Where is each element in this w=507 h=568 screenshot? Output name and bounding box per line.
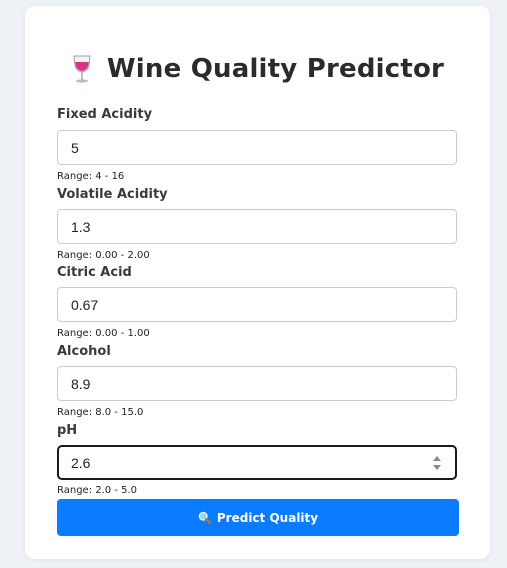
- volatile-acidity-value: 1.3: [71, 218, 91, 235]
- page-title-text: Wine Quality Predictor: [106, 54, 445, 84]
- fixed-acidity-input[interactable]: 5: [57, 130, 457, 165]
- predict-quality-button[interactable]: Predict Quality: [57, 499, 459, 536]
- ph-range: Range: 2.0 - 5.0: [57, 485, 138, 496]
- citric-acid-range: Range: 0.00 - 1.00: [57, 328, 150, 339]
- alcohol-range: Range: 8.0 - 15.0: [57, 407, 144, 418]
- fixed-acidity-value: 5: [71, 139, 79, 156]
- ph-input[interactable]: 2.6: [57, 445, 457, 480]
- citric-acid-value: 0.67: [71, 296, 99, 313]
- magnifier-icon: [198, 511, 211, 525]
- predict-quality-label: Predict Quality: [216, 510, 319, 525]
- page-title: Wine Quality Predictor: [25, 54, 490, 84]
- spinner-arrows-icon[interactable]: [432, 455, 442, 471]
- wine-glass-icon: [71, 54, 93, 84]
- predictor-card: Wine Quality Predictor Fixed Acidity 5 R…: [25, 6, 490, 559]
- fixed-acidity-range: Range: 4 - 16: [57, 171, 125, 182]
- ph-label: pH: [57, 423, 78, 438]
- fixed-acidity-label: Fixed Acidity: [57, 107, 153, 122]
- volatile-acidity-label: Volatile Acidity: [57, 187, 168, 202]
- citric-acid-label: Citric Acid: [57, 265, 132, 280]
- ph-value: 2.6: [71, 454, 91, 471]
- citric-acid-input[interactable]: 0.67: [57, 287, 457, 322]
- volatile-acidity-input[interactable]: 1.3: [57, 209, 457, 244]
- alcohol-label: Alcohol: [57, 344, 111, 359]
- volatile-acidity-range: Range: 0.00 - 2.00: [57, 250, 150, 261]
- alcohol-input[interactable]: 8.9: [57, 366, 457, 401]
- alcohol-value: 8.9: [71, 375, 91, 392]
